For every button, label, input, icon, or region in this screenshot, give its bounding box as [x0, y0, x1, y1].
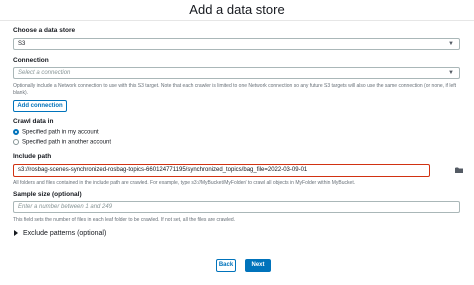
back-button[interactable]: Back	[216, 259, 236, 272]
data-store-label: Choose a data store	[13, 27, 76, 34]
include-path-input[interactable]: s3://rosbag-scenes-synchronized-rosbag-t…	[13, 164, 430, 177]
add-connection-button[interactable]: Add connection	[13, 100, 67, 112]
chevron-down-icon: ▼	[448, 41, 454, 47]
radio-other-account[interactable]: Specified path in another account	[13, 139, 111, 146]
sample-size-label: Sample size (optional)	[13, 191, 82, 198]
connection-label: Connection	[13, 57, 49, 64]
title-divider	[0, 20, 474, 21]
data-store-select[interactable]: S3 ▼	[13, 38, 460, 50]
folder-icon[interactable]	[455, 166, 463, 174]
page-title: Add a data store	[189, 2, 285, 17]
radio-own-account-label: Specified path in my account	[22, 129, 99, 136]
radio-other-account-label: Specified path in another account	[22, 139, 112, 146]
include-path-value: s3://rosbag-scenes-synchronized-rosbag-t…	[18, 167, 308, 173]
sample-size-input[interactable]: Enter a number between 1 and 249	[13, 201, 460, 213]
connection-placeholder: Select a connection	[18, 70, 71, 76]
sample-size-hint: This field sets the number of files in e…	[13, 217, 236, 223]
include-path-hint: All folders and files contained in the i…	[13, 180, 356, 186]
chevron-down-icon: ▼	[448, 70, 454, 76]
caret-right-icon	[14, 230, 18, 237]
sample-size-placeholder: Enter a number between 1 and 249	[18, 204, 113, 210]
exclude-patterns-toggle[interactable]: Exclude patterns (optional)	[14, 230, 106, 237]
crawl-label: Crawl data in	[13, 118, 54, 125]
data-store-value: S3	[18, 41, 26, 47]
connection-hint: Optionally include a Network connection …	[13, 83, 457, 96]
radio-unselected-icon	[13, 139, 19, 145]
radio-selected-icon	[13, 129, 19, 135]
connection-select[interactable]: Select a connection ▼	[13, 67, 460, 79]
include-path-label: Include path	[13, 153, 52, 160]
radio-own-account[interactable]: Specified path in my account	[13, 129, 99, 136]
next-button[interactable]: Next	[245, 259, 271, 272]
exclude-patterns-label: Exclude patterns (optional)	[23, 230, 107, 237]
